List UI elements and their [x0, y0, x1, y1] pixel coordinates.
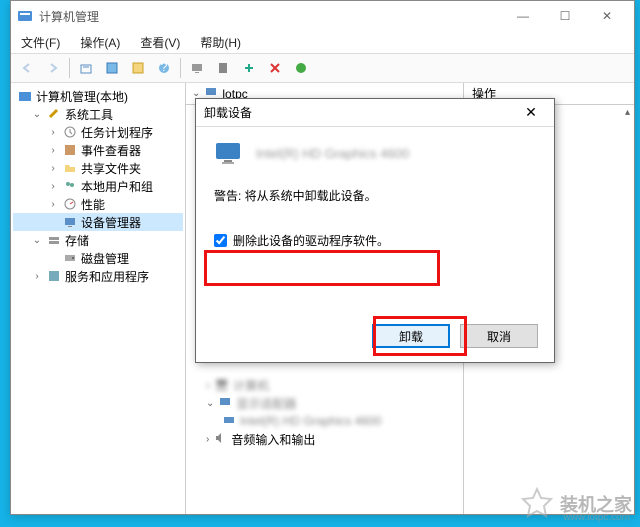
uninstall-dialog: 卸载设备 ✕ Intel(R) HD Graphics 4600 警告: 将从系…: [195, 98, 555, 363]
device-row[interactable]: ›🖥计算机: [192, 376, 457, 394]
display-icon: [214, 141, 246, 165]
computer-icon[interactable]: [185, 56, 209, 80]
dialog-body: Intel(R) HD Graphics 4600 警告: 将从系统中卸载此设备…: [196, 127, 554, 263]
checkbox-label: 删除此设备的驱动程序软件。: [233, 232, 389, 249]
tree-system-tools[interactable]: ⌄ 系统工具: [13, 105, 183, 123]
refresh-button[interactable]: [100, 56, 124, 80]
enable-button[interactable]: [289, 56, 313, 80]
dialog-title: 卸载设备: [204, 104, 516, 121]
device-item[interactable]: Intel(R) HD Graphics 4600: [192, 412, 457, 430]
expand-icon[interactable]: ›: [47, 163, 59, 174]
device-icon[interactable]: [211, 56, 235, 80]
mmc-icon: [17, 88, 33, 104]
expand-icon[interactable]: ›: [47, 199, 59, 210]
help-button[interactable]: ?: [152, 56, 176, 80]
separator: [180, 58, 181, 78]
tree-local-users[interactable]: › 本地用户和组: [13, 177, 183, 195]
up-button[interactable]: [74, 56, 98, 80]
collapse-icon[interactable]: ⌄: [31, 109, 43, 120]
device-category-audio[interactable]: ›音频输入和输出: [192, 430, 457, 448]
tree-shared-folders[interactable]: › 共享文件夹: [13, 159, 183, 177]
separator: [69, 58, 70, 78]
warning-text: 警告: 将从系统中卸载此设备。: [214, 187, 536, 204]
device-info-row: Intel(R) HD Graphics 4600: [214, 141, 536, 165]
speaker-icon: [213, 431, 227, 448]
menu-file[interactable]: 文件(F): [17, 32, 64, 53]
forward-button[interactable]: [41, 56, 65, 80]
collapse-icon[interactable]: ⌄: [31, 235, 43, 246]
storage-icon: [46, 232, 62, 248]
watermark: 装机之家 www.lotpc.com: [520, 487, 632, 521]
expand-icon[interactable]: ›: [47, 181, 59, 192]
cancel-button[interactable]: 取消: [460, 324, 538, 348]
tree-event-viewer[interactable]: › 事件查看器: [13, 141, 183, 159]
event-icon: [62, 142, 78, 158]
dialog-buttons: 卸载 取消: [372, 324, 538, 348]
properties-button[interactable]: [126, 56, 150, 80]
scan-button[interactable]: [237, 56, 261, 80]
close-button[interactable]: ✕: [586, 2, 628, 30]
window-title: 计算机管理: [39, 8, 502, 25]
clock-icon: [62, 124, 78, 140]
delete-driver-checkbox[interactable]: [214, 234, 227, 247]
users-icon: [62, 178, 78, 194]
disk-icon: [62, 250, 78, 266]
maximize-button[interactable]: ☐: [544, 2, 586, 30]
tree-services[interactable]: › 服务和应用程序: [13, 267, 183, 285]
tree-storage[interactable]: ⌄ 存储: [13, 231, 183, 249]
minimize-button[interactable]: —: [502, 2, 544, 30]
menu-help[interactable]: 帮助(H): [196, 32, 245, 53]
tree-device-manager[interactable]: 设备管理器: [13, 213, 183, 231]
uninstall-button[interactable]: 卸载: [372, 324, 450, 348]
menu-action[interactable]: 操作(A): [76, 32, 124, 53]
svg-text:?: ?: [161, 61, 168, 74]
expand-icon[interactable]: ›: [31, 271, 43, 282]
expand-icon[interactable]: ›: [47, 145, 59, 156]
device-name: Intel(R) HD Graphics 4600: [256, 146, 409, 161]
tree-disk-mgmt[interactable]: 磁盘管理: [13, 249, 183, 267]
wrench-icon: [46, 106, 62, 122]
tree-root[interactable]: 计算机管理(本地): [13, 87, 183, 105]
perf-icon: [62, 196, 78, 212]
collapse-arrow-icon[interactable]: ▴: [625, 107, 630, 118]
menubar: 文件(F) 操作(A) 查看(V) 帮助(H): [11, 31, 634, 53]
device-mgr-icon: [62, 214, 78, 230]
watermark-url: www.lotpc.com: [563, 512, 630, 523]
menu-view[interactable]: 查看(V): [136, 32, 184, 53]
toolbar: ?: [11, 53, 634, 83]
folder-icon: [62, 160, 78, 176]
expand-icon[interactable]: ›: [47, 127, 59, 138]
back-button[interactable]: [15, 56, 39, 80]
navigation-tree[interactable]: 计算机管理(本地) ⌄ 系统工具 › 任务计划程序 › 事件查看器 › 共享文件…: [11, 83, 186, 514]
app-icon: [17, 8, 33, 24]
delete-button[interactable]: [263, 56, 287, 80]
monitor-icon: [218, 395, 232, 412]
dialog-close-button[interactable]: ✕: [516, 101, 546, 125]
delete-driver-checkbox-row[interactable]: 删除此设备的驱动程序软件。: [214, 232, 536, 249]
device-category-display[interactable]: ⌄显示适配器: [192, 394, 457, 412]
tree-performance[interactable]: › 性能: [13, 195, 183, 213]
star-icon: [520, 487, 554, 521]
tree-task-scheduler[interactable]: › 任务计划程序: [13, 123, 183, 141]
gpu-icon: [222, 413, 236, 430]
titlebar[interactable]: 计算机管理 — ☐ ✕: [11, 1, 634, 31]
services-icon: [46, 268, 62, 284]
dialog-titlebar[interactable]: 卸载设备 ✕: [196, 99, 554, 127]
